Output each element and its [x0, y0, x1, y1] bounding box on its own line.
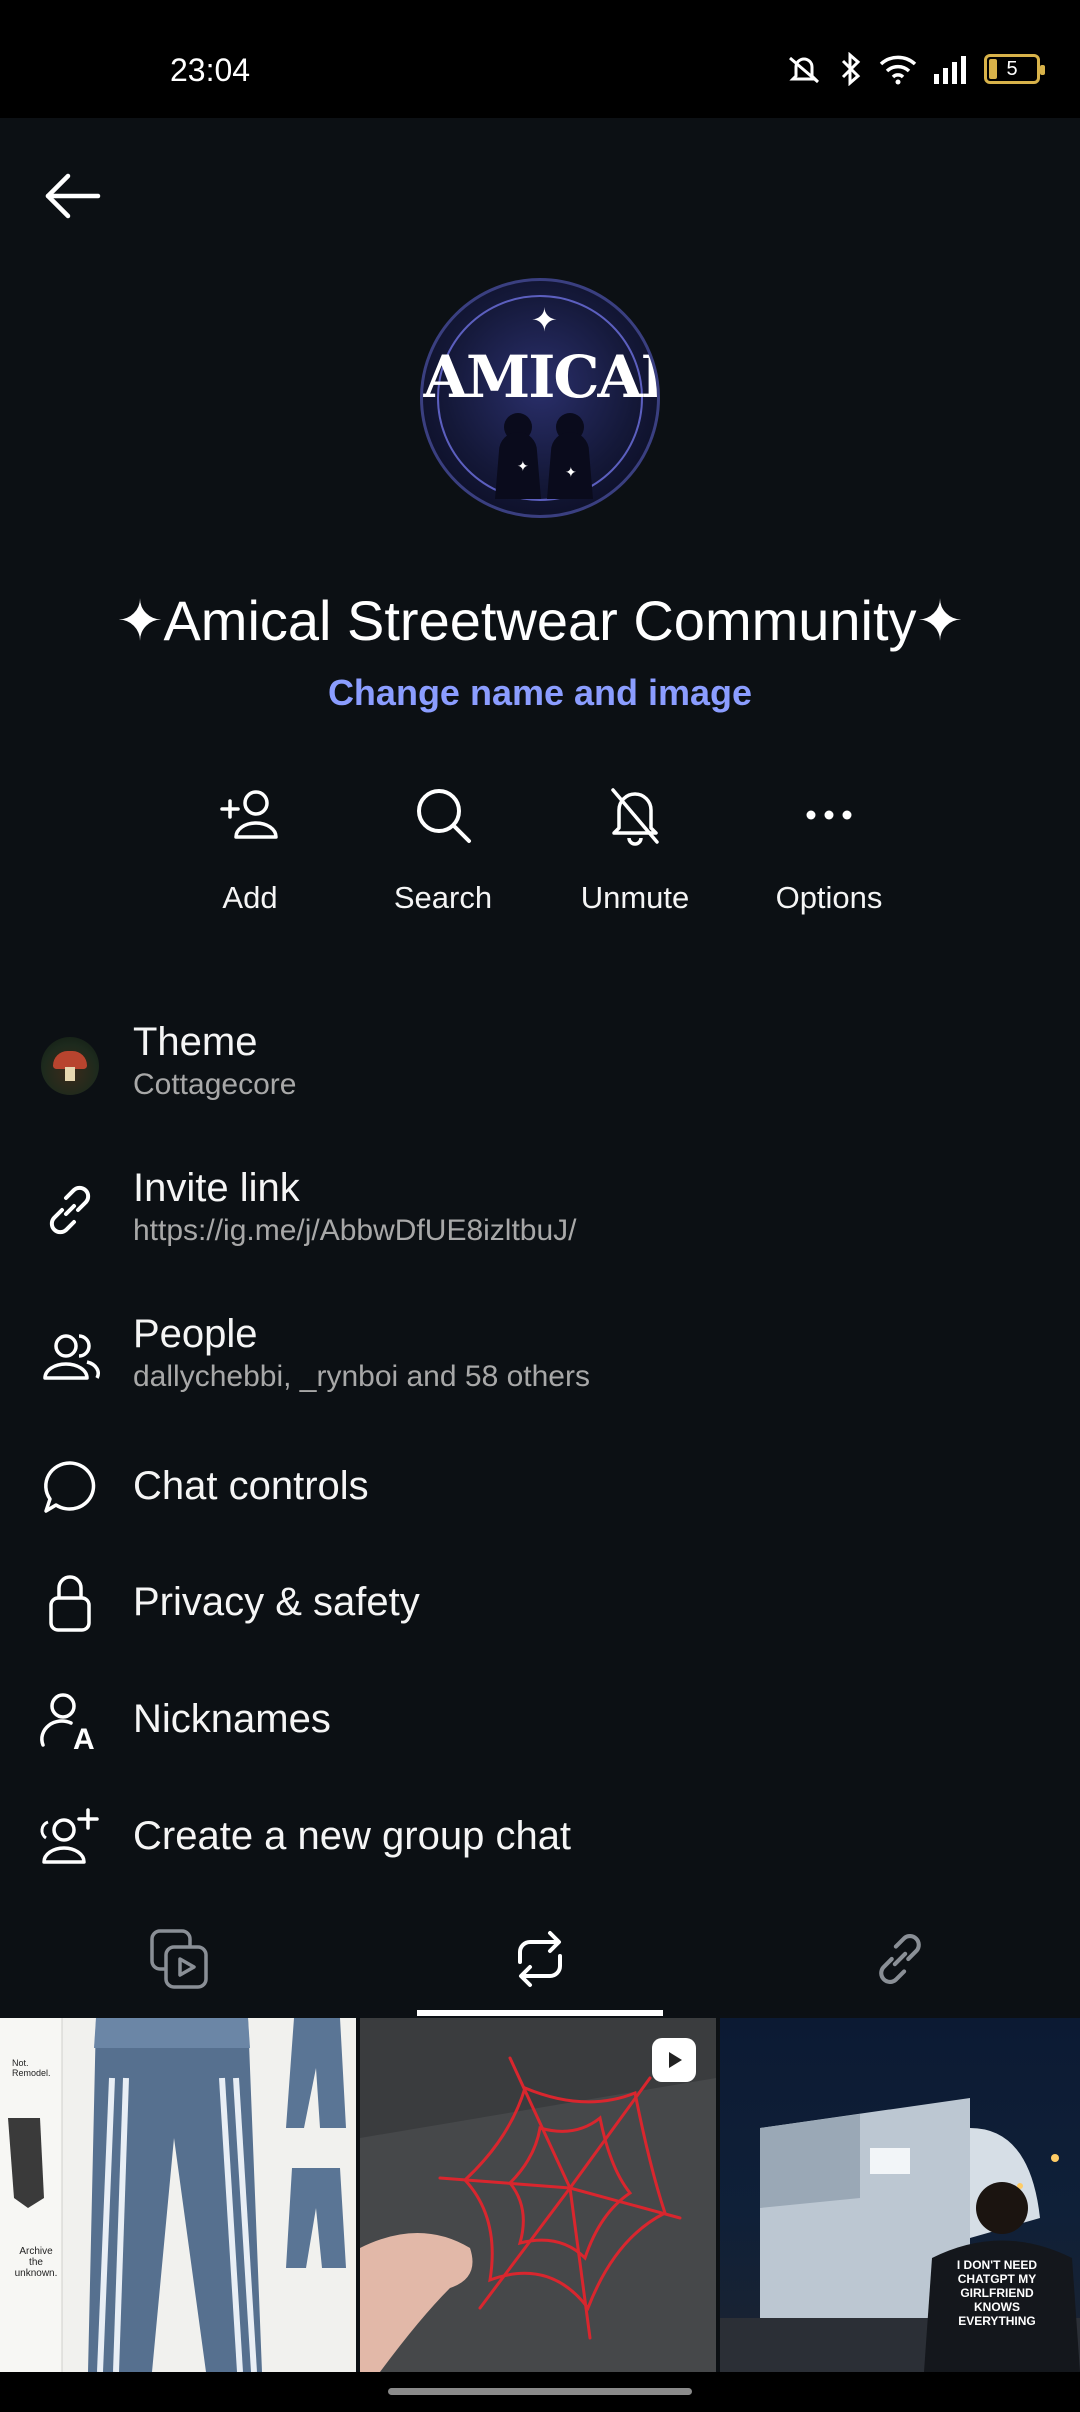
wifi-icon: [879, 55, 917, 85]
options-label: Options: [775, 880, 883, 915]
actions-row: Add Search Unmute Options: [0, 780, 1080, 920]
search-icon: [417, 789, 471, 843]
avatar-logo-text: AMICAL: [423, 343, 660, 411]
more-icon: [806, 810, 852, 820]
home-gesture-handle[interactable]: [388, 2388, 692, 2395]
svg-text:A: A: [73, 1723, 95, 1751]
thumb1-caption-b: Archive the unknown.: [14, 2246, 58, 2279]
theme-item[interactable]: Theme Cottagecore: [0, 1010, 1080, 1120]
status-bar: 23:04 5: [0, 0, 1080, 118]
shirt-text: I DON'T NEED CHATGPT MY GIRLFRIEND KNOWS…: [956, 2258, 1038, 2328]
bluetooth-icon: [841, 52, 861, 86]
reel-badge-icon: [652, 2038, 696, 2082]
status-time: 23:04: [170, 52, 251, 88]
link-icon: [879, 1934, 921, 1984]
theme-thumbnail: [38, 1034, 102, 1098]
search-button[interactable]: Search: [358, 780, 528, 916]
nicknames-item[interactable]: A Nicknames: [0, 1683, 1080, 1757]
invite-link-url: https://ig.me/j/AbbwDfUE8izltbuJ/: [133, 1214, 577, 1247]
signal-icon: [934, 56, 966, 84]
mushroom-icon: [41, 1037, 99, 1095]
group-avatar[interactable]: ✦ AMICAL ✦ ✦: [420, 278, 660, 518]
privacy-safety-item[interactable]: Privacy & safety: [0, 1566, 1080, 1640]
add-group-icon: [40, 1808, 99, 1864]
media-thumb-spiderweb[interactable]: [360, 2018, 716, 2372]
invite-link-item[interactable]: Invite link https://ig.me/j/AbbwDfUE8izl…: [0, 1156, 1080, 1266]
bell-muted-icon: [611, 788, 659, 846]
svg-text:✦: ✦: [565, 464, 577, 480]
group-name: ✦Amical Streetwear Community✦: [116, 589, 964, 652]
theme-subtitle: Cottagecore: [133, 1068, 297, 1101]
lock-icon: [49, 1575, 91, 1632]
system-nav-bar: [0, 2372, 1080, 2412]
chat-controls-title: Chat controls: [133, 1464, 369, 1508]
arrow-left-icon: [45, 173, 101, 219]
add-label: Add: [222, 880, 278, 915]
avatar-figures-icon: ✦ ✦: [495, 413, 593, 499]
change-name-image-link[interactable]: Change name and image: [0, 672, 1080, 714]
search-label: Search: [393, 880, 493, 915]
nickname-icon: A: [40, 1693, 95, 1751]
avatar-star-icon: ✦: [531, 302, 558, 338]
tab-media[interactable]: [0, 1900, 360, 2018]
people-subtitle: dallychebbi, _rynboi and 58 others: [133, 1360, 590, 1393]
repost-icon: [518, 1931, 562, 1987]
nicknames-title: Nicknames: [133, 1697, 331, 1741]
svg-text:✦: ✦: [517, 458, 529, 474]
theme-title: Theme: [133, 1020, 258, 1064]
battery-level: 5: [1006, 57, 1018, 80]
add-person-icon: [220, 790, 278, 839]
create-group-chat-title: Create a new group chat: [133, 1814, 572, 1858]
invite-link-title: Invite link: [133, 1166, 300, 1210]
chat-controls-item[interactable]: Chat controls: [0, 1450, 1080, 1524]
people-title: People: [133, 1312, 258, 1356]
privacy-safety-title: Privacy & safety: [133, 1580, 420, 1624]
tab-shared-posts[interactable]: [360, 1900, 720, 2018]
tab-links[interactable]: [720, 1900, 1080, 2018]
unmute-button[interactable]: Unmute: [550, 780, 720, 916]
battery-icon: 5: [984, 54, 1045, 84]
selected-tab-indicator: [417, 2010, 663, 2016]
back-button[interactable]: [36, 160, 108, 232]
people-item[interactable]: People dallychebbi, _rynboi and 58 other…: [0, 1302, 1080, 1412]
create-group-chat-item[interactable]: Create a new group chat: [0, 1800, 1080, 1874]
shared-content-tabs: [0, 1900, 1080, 2018]
add-button[interactable]: Add: [165, 780, 335, 916]
status-icons: 5: [784, 52, 1045, 86]
chat-bubble-icon: [44, 1461, 96, 1513]
shared-media-grid: Not. Remodel. Archive the unknown. I DON…: [0, 2018, 1080, 2372]
link-icon: [49, 1185, 91, 1235]
media-thumb-night-photo[interactable]: I DON'T NEED CHATGPT MY GIRLFRIEND KNOWS…: [720, 2018, 1080, 2372]
people-icon: [43, 1334, 100, 1380]
mute-icon: [789, 56, 819, 84]
thumb1-caption-a: Not. Remodel.: [12, 2058, 51, 2078]
photos-icon: [150, 1929, 208, 1989]
unmute-label: Unmute: [580, 880, 690, 915]
media-thumb-jeans[interactable]: Not. Remodel. Archive the unknown.: [0, 2018, 356, 2372]
options-button[interactable]: Options: [744, 780, 914, 916]
